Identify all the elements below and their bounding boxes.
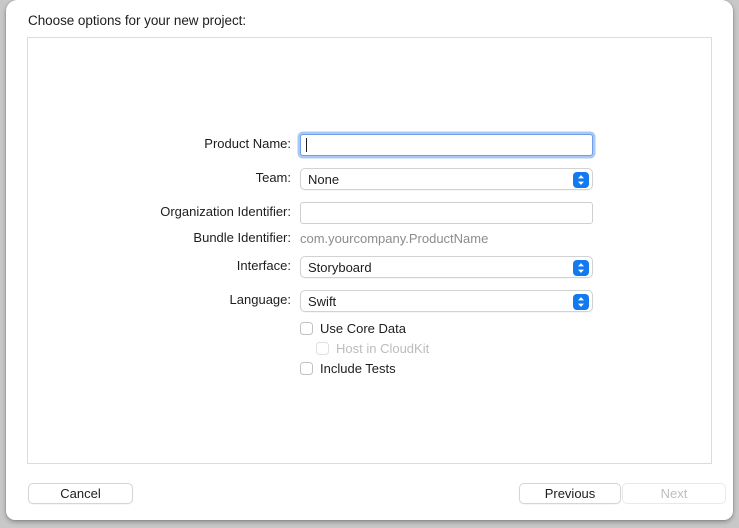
control-holder: com.yourcompany.ProductName bbox=[300, 228, 488, 250]
input-product-name[interactable] bbox=[300, 134, 593, 156]
select-team[interactable]: None bbox=[300, 168, 593, 190]
chevron-up-down-icon[interactable] bbox=[573, 171, 589, 188]
form-row-team: Team: None bbox=[28, 168, 711, 190]
text-caret bbox=[306, 138, 307, 152]
checkbox-label-host-in-cloudkit: Host in CloudKit bbox=[336, 341, 430, 356]
form-row-organization-identifier: Organization Identifier: bbox=[28, 202, 711, 224]
chevron-up-down-icon[interactable] bbox=[573, 293, 589, 310]
options-panel: Product Name: Team: None Organization Ident… bbox=[27, 37, 712, 464]
chevron-up-down-icon[interactable] bbox=[573, 259, 589, 276]
cancel-button[interactable]: Cancel bbox=[28, 483, 133, 504]
previous-button[interactable]: Previous bbox=[519, 483, 621, 504]
label-interface: Interface: bbox=[236, 258, 291, 273]
checkbox-label-use-core-data: Use Core Data bbox=[320, 321, 406, 336]
new-project-options-dialog: Choose options for your new project: Pro… bbox=[6, 0, 733, 520]
checkbox-use-core-data[interactable] bbox=[300, 322, 313, 335]
input-organization-identifier[interactable] bbox=[300, 202, 593, 224]
control-holder: None bbox=[300, 168, 593, 190]
form-row-language: Language: Swift bbox=[28, 290, 711, 312]
checkbox-label-include-tests: Include Tests bbox=[320, 361, 396, 376]
checkbox-host-in-cloudkit bbox=[316, 342, 329, 355]
control-holder: Storyboard bbox=[300, 256, 593, 278]
form-row-bundle-identifier: Bundle Identifier: com.yourcompany.Produc… bbox=[28, 228, 711, 250]
select-value: None bbox=[308, 172, 340, 187]
label-product-name: Product Name: bbox=[204, 136, 291, 151]
label-bundle-identifier: Bundle Identifier: bbox=[193, 230, 291, 245]
form-row-interface: Interface: Storyboard bbox=[28, 256, 711, 278]
select-value: Storyboard bbox=[308, 260, 372, 275]
control-holder bbox=[300, 134, 593, 156]
checkbox-include-tests[interactable] bbox=[300, 362, 313, 375]
value-bundle-identifier: com.yourcompany.ProductName bbox=[300, 231, 489, 246]
select-language[interactable]: Swift bbox=[300, 290, 593, 312]
label-organization-identifier: Organization Identifier: bbox=[160, 204, 291, 219]
control-holder bbox=[300, 202, 593, 224]
label-team: Team: bbox=[255, 170, 291, 185]
select-value: Swift bbox=[308, 294, 337, 309]
label-language: Language: bbox=[229, 292, 291, 307]
project-options-form: Product Name: Team: None Organization Ident… bbox=[28, 38, 711, 463]
select-interface[interactable]: Storyboard bbox=[300, 256, 593, 278]
form-row-product-name: Product Name: bbox=[28, 134, 711, 156]
control-holder: Swift bbox=[300, 290, 593, 312]
next-button[interactable]: Next bbox=[622, 483, 726, 504]
dialog-heading: Choose options for your new project: bbox=[28, 13, 247, 28]
